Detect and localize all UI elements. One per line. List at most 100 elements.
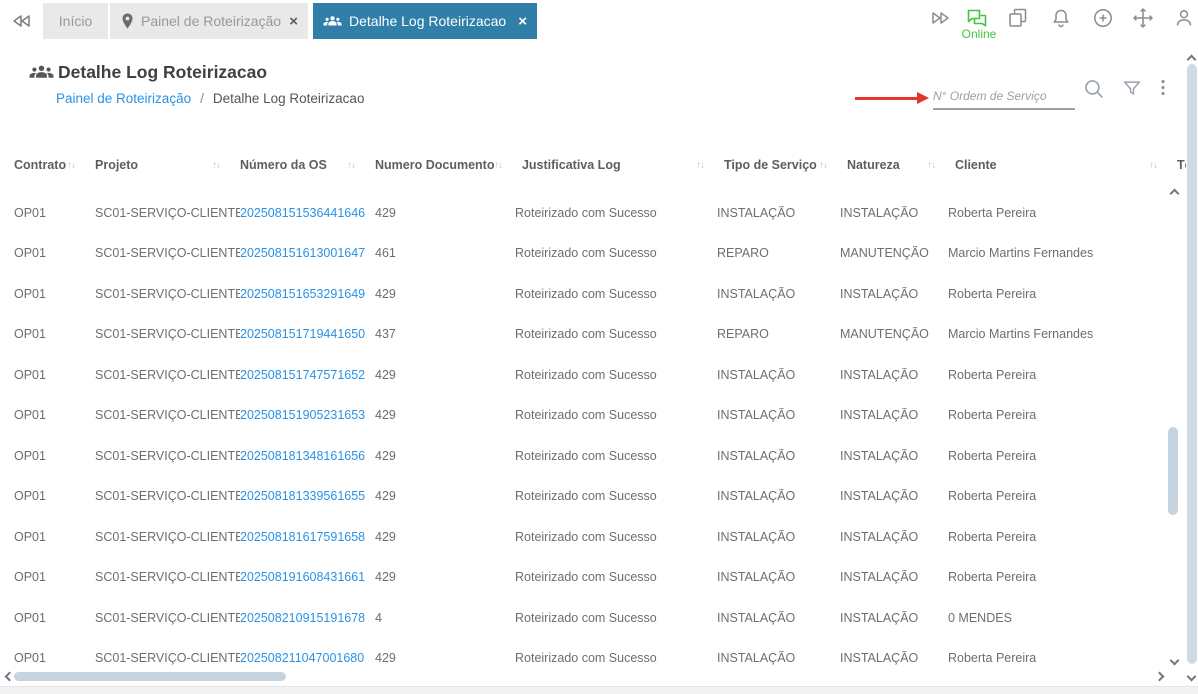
add-circle-icon[interactable]	[1091, 6, 1115, 30]
grid-vertical-scrollbar-thumb[interactable]	[1168, 427, 1178, 515]
cell: INSTALAÇÃO	[717, 610, 796, 625]
sort-icon[interactable]: ↑↓	[927, 160, 935, 171]
cell: INSTALAÇÃO	[717, 206, 796, 220]
cell: 429	[375, 286, 396, 301]
column-header-1[interactable]: Contrato ↑↓	[14, 158, 95, 172]
os-number-link[interactable]: 202508181617591658	[240, 530, 375, 544]
cell: Marcio Martins Fernandes	[948, 246, 1094, 261]
sort-icon[interactable]: ↑↓	[819, 160, 827, 171]
cell: OP01	[14, 286, 46, 301]
search-input[interactable]	[933, 84, 1075, 110]
cell: INSTALAÇÃO	[840, 570, 919, 585]
column-label: Técnico	[1176, 158, 1186, 172]
grid-horizontal-scrollbar-thumb[interactable]	[14, 672, 286, 681]
os-number-link[interactable]: 202508151905231653	[240, 408, 375, 422]
column-label: Justificativa Log	[521, 158, 621, 172]
os-number-link[interactable]: 202508210915191678	[240, 611, 375, 625]
os-number-link[interactable]: 202508151719441650	[240, 327, 375, 341]
breadcrumb-link[interactable]: Painel de Roteirização	[56, 91, 191, 106]
cell: INSTALAÇÃO	[717, 408, 796, 423]
sort-icon[interactable]: ↑↓	[696, 160, 704, 171]
page-scroll-down-icon[interactable]	[1186, 671, 1197, 682]
cell: Roberta Pereira	[948, 529, 1037, 544]
os-number-link[interactable]: 202508151653291649	[240, 287, 375, 301]
cell: OP01	[14, 570, 46, 585]
column-header-4[interactable]: Numero Documento ↑↓	[375, 158, 522, 172]
cell: 429	[375, 367, 396, 382]
sort-icon[interactable]: ↑↓	[213, 160, 221, 171]
table-row: OP01 SC01-SERVIÇO-CLIENTE 2025081813395616…	[0, 476, 1186, 517]
cell: SC01-SERVIÇO-CLIENTE	[95, 610, 240, 625]
cell: OP01	[14, 327, 46, 342]
page-scroll-up-icon[interactable]	[1186, 54, 1197, 65]
cell: Roteirizado com Sucesso	[515, 327, 657, 342]
os-number-link[interactable]: 202508151747571652	[240, 368, 375, 382]
cell: INSTALAÇÃO	[840, 650, 919, 665]
table-row: OP01 SC01-SERVIÇO-CLIENTE 2025081515364416…	[0, 193, 1186, 233]
sort-icon[interactable]: ↑↓	[494, 160, 502, 171]
window-bottom-edge	[0, 686, 1198, 694]
cell: 429	[375, 448, 396, 463]
column-header-7[interactable]: Natureza ↑↓	[847, 158, 955, 172]
cell: OP01	[14, 408, 46, 423]
os-number-link[interactable]: 202508181339561655	[240, 489, 375, 503]
column-header-5[interactable]: Justificativa Log ↑↓	[522, 158, 724, 172]
cell: Roteirizado com Sucesso	[515, 610, 657, 625]
tab-inicio[interactable]: Início	[43, 3, 108, 39]
user-profile-icon[interactable]	[1172, 6, 1196, 30]
fast-forward-icon[interactable]	[929, 6, 953, 30]
column-header-6[interactable]: Tipo de Serviço ↑↓	[724, 158, 847, 172]
cell: Roberta Pereira	[948, 367, 1037, 382]
copy-icon[interactable]	[1006, 6, 1030, 30]
notifications-bell-icon[interactable]	[1049, 6, 1073, 30]
cell: MANUTENÇÃO	[840, 246, 929, 261]
search-icon[interactable]	[1082, 77, 1107, 102]
more-options-icon[interactable]	[1152, 77, 1174, 99]
cell: SC01-SERVIÇO-CLIENTE	[95, 529, 240, 544]
cell: Roberta Pereira	[948, 408, 1037, 423]
cell: INSTALAÇÃO	[717, 367, 796, 382]
os-number-link[interactable]: 202508151536441646	[240, 206, 375, 220]
cell: OP01	[14, 206, 46, 220]
column-header-3[interactable]: Número da OS ↑↓	[240, 158, 375, 172]
table-row: OP01 SC01-SERVIÇO-CLIENTE 2025082109151916…	[0, 597, 1186, 638]
tab-label: Detalhe Log Roteirizacao	[349, 13, 507, 29]
os-number-link[interactable]: 202508181348161656	[240, 449, 375, 463]
tab-painel-de-roteirizacao[interactable]: Painel de Roteirização ×	[110, 3, 308, 39]
column-label: Natureza	[846, 158, 900, 172]
os-number-link[interactable]: 202508191608431661	[240, 570, 375, 584]
cell: Roteirizado com Sucesso	[515, 206, 657, 220]
data-grid: Contrato ↑↓ Projeto ↑↓ Número da OS ↑↓ Numero …	[0, 145, 1186, 678]
table-row: OP01 SC01-SERVIÇO-CLIENTE 2025081516532916…	[0, 273, 1186, 314]
table-row: OP01 SC01-SERVIÇO-CLIENTE 2025081516130016…	[0, 233, 1186, 274]
cell: Roberta Pereira	[948, 650, 1037, 665]
cell: INSTALAÇÃO	[840, 489, 919, 504]
cell: INSTALAÇÃO	[717, 489, 796, 504]
os-number-link[interactable]: 202508211047001680	[240, 651, 375, 665]
breadcrumb: Painel de Roteirização / Detalhe Log Rot…	[56, 91, 364, 106]
filter-icon[interactable]	[1121, 78, 1143, 100]
close-tab-icon[interactable]: ×	[518, 14, 527, 29]
cell: SC01-SERVIÇO-CLIENTE	[95, 246, 240, 261]
cell: Roberta Pereira	[948, 206, 1037, 220]
table-row: OP01 SC01-SERVIÇO-CLIENTE 2025081517194416…	[0, 314, 1186, 355]
os-number-link[interactable]: 202508151613001647	[240, 246, 375, 260]
cell: Roteirizado com Sucesso	[515, 448, 657, 463]
collapse-tabs-icon[interactable]	[8, 9, 34, 33]
cell: OP01	[14, 529, 46, 544]
sort-icon[interactable]: ↑↓	[348, 160, 356, 171]
tab-detalhe-log-roteirizacao[interactable]: Detalhe Log Roteirizacao ×	[313, 3, 537, 39]
move-arrows-icon[interactable]	[1131, 6, 1155, 30]
sort-icon[interactable]: ↑↓	[68, 160, 76, 171]
column-label: Numero Documento	[375, 158, 495, 172]
close-tab-icon[interactable]: ×	[289, 14, 298, 29]
cell: INSTALAÇÃO	[840, 206, 919, 220]
page-vertical-scrollbar-thumb[interactable]	[1187, 64, 1197, 664]
column-header-2[interactable]: Projeto ↑↓	[95, 158, 240, 172]
column-header-8[interactable]: Cliente ↑↓	[955, 158, 1177, 172]
sort-icon[interactable]: ↑↓	[1149, 160, 1157, 171]
cell: INSTALAÇÃO	[840, 610, 919, 625]
column-header-9[interactable]: Técnico	[1177, 158, 1186, 172]
cell: INSTALAÇÃO	[840, 529, 919, 544]
cell: MANUTENÇÃO	[840, 327, 929, 342]
